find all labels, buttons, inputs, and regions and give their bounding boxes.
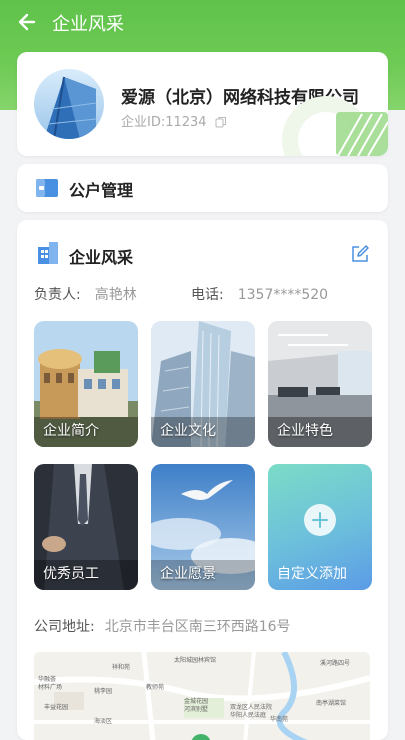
company-id: 企业ID:11234 [121, 111, 227, 132]
tile-company-culture[interactable]: 企业文化 [151, 321, 255, 447]
tile-company-intro[interactable]: 企业简介 [34, 321, 138, 447]
showcase-title: 企业风采 [69, 248, 134, 267]
map-label: 材料广场 [38, 684, 63, 691]
account-management-row[interactable]: 公户管理 [17, 164, 388, 212]
map-label: 华阳人民法庭 [230, 712, 267, 719]
map-label: 祥和苑 [112, 664, 131, 671]
tile-company-vision[interactable]: 企业愿景 [151, 464, 255, 590]
edit-icon[interactable] [350, 244, 370, 264]
page-title: 企业风采 [52, 14, 124, 35]
map-label: 桃李园 [94, 688, 113, 695]
copy-icon[interactable] [215, 116, 227, 132]
map-label: 河滨别墅 [184, 706, 209, 713]
building-icon [36, 241, 60, 265]
address-row: 公司地址: 北京市丰台区南三环西路16号 [34, 616, 291, 636]
account-management-label: 公户管理 [69, 181, 134, 200]
company-logo [34, 69, 104, 139]
map-label: 溪河路四号 [320, 660, 351, 667]
address-label: 公司地址: [34, 619, 95, 635]
showcase-card: 企业风采 负责人: 高艳林 电话: 1357****520 企业简介 企业文化 … [17, 220, 388, 740]
plus-icon[interactable] [304, 504, 336, 536]
map-label: 太阳城园林宾馆 [174, 657, 217, 664]
map-label: 丰益花园 [44, 704, 69, 711]
manager-label: 负责人: [34, 287, 81, 303]
tile-label: 企业特色 [277, 423, 333, 439]
tile-company-features[interactable]: 企业特色 [268, 321, 372, 447]
wallet-card-icon [36, 179, 58, 197]
tile-label: 优秀员工 [43, 566, 99, 582]
tile-label: 企业简介 [43, 423, 99, 439]
tile-label: 自定义添加 [277, 566, 347, 582]
map-label: 南亭湖菜馆 [316, 700, 347, 707]
phone-row: 电话: 1357****520 [191, 284, 328, 304]
company-id-text: 企业ID:11234 [121, 115, 207, 130]
tile-excellent-staff[interactable]: 优秀员工 [34, 464, 138, 590]
phone-number: 1357****520 [237, 287, 329, 303]
tile-label: 企业文化 [160, 423, 216, 439]
map-label: 华南苑 [270, 716, 289, 723]
company-card: 爱源（北京）网络科技有限公司 企业ID:11234 [17, 52, 388, 156]
arrow-left-icon[interactable] [14, 8, 44, 36]
phone-label: 电话: [191, 287, 224, 303]
address-text: 北京市丰台区南三环西路16号 [104, 619, 291, 635]
location-map[interactable]: 太阳城园林宾馆 祥和苑 华融荟 材料广场 桃李园 教师苑 丰益花园 金城花园 河… [34, 652, 370, 740]
map-label: 海淡区 [94, 718, 113, 725]
decoration-shape [278, 92, 388, 156]
tile-label: 企业愿景 [160, 566, 216, 582]
tile-custom-add[interactable]: 自定义添加 [268, 464, 372, 590]
manager-name: 高艳林 [94, 287, 137, 303]
map-label: 教师苑 [146, 684, 165, 691]
manager-row: 负责人: 高艳林 [34, 284, 137, 304]
top-bar: 企业风采 [0, 0, 405, 44]
